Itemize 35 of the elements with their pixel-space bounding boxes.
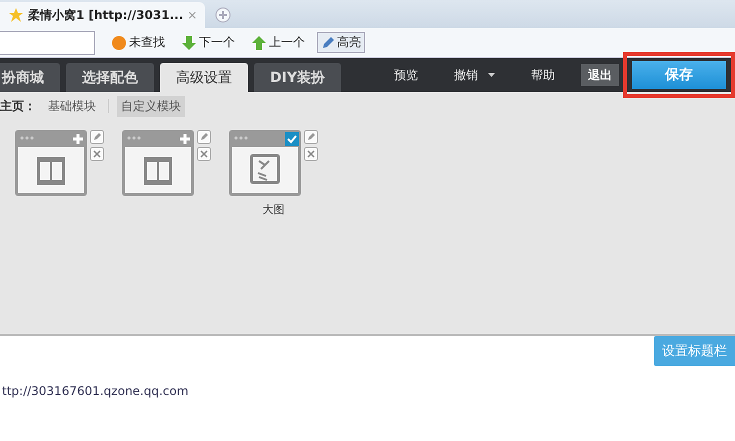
nav-tab[interactable]: DIY装扮: [254, 63, 341, 92]
edit-icon[interactable]: [90, 130, 104, 144]
nav-action[interactable]: 帮助: [525, 66, 561, 84]
star-icon: [8, 7, 24, 23]
module-tab[interactable]: 自定义模块: [117, 96, 185, 116]
new-tab-icon[interactable]: [215, 7, 232, 23]
module-card[interactable]: [229, 130, 301, 196]
nav-tab[interactable]: 选择配色: [66, 63, 154, 92]
breadcrumb-label: 主页：: [0, 98, 36, 114]
edit-icon[interactable]: [197, 130, 211, 144]
site-url[interactable]: ttp://303167601.qzone.qq.com: [2, 384, 188, 398]
close-icon[interactable]: [304, 147, 318, 161]
exit-button[interactable]: 退出: [581, 64, 619, 86]
find-button[interactable]: 未查找: [107, 32, 169, 53]
nav-action[interactable]: 预览: [388, 66, 424, 84]
find-button[interactable]: 高亮: [317, 32, 365, 53]
up-arrow-icon: [251, 34, 267, 50]
close-icon[interactable]: [197, 147, 211, 161]
edit-icon[interactable]: [304, 130, 318, 144]
module-card[interactable]: [122, 130, 194, 196]
nav-tab[interactable]: 扮商城: [0, 63, 60, 92]
ball-icon: [111, 34, 127, 50]
tab-title: 柔情小窝1 [http://3031...: [28, 6, 184, 24]
find-field[interactable]: [0, 30, 95, 54]
nav-tab[interactable]: 高级设置: [160, 63, 248, 92]
browser-tab[interactable]: 柔情小窝1 [http://3031... ×: [0, 2, 206, 28]
pencil-icon: [321, 36, 335, 50]
find-button[interactable]: 下一个: [177, 32, 239, 53]
down-arrow-icon: [181, 34, 197, 50]
module-tab[interactable]: 基础模块: [44, 96, 100, 116]
module-caption: 大图: [262, 202, 284, 217]
close-icon[interactable]: [90, 147, 104, 161]
nav-action[interactable]: 撤销: [448, 66, 501, 84]
module-card[interactable]: [15, 130, 87, 196]
find-button[interactable]: 上一个: [247, 32, 309, 53]
